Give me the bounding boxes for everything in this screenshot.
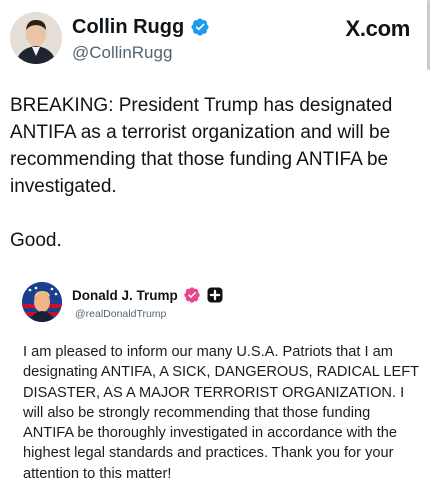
verified-badge-icon [191, 18, 209, 36]
tweet-body: BREAKING: President Trump has designated… [10, 95, 393, 197]
truth-verified-icon [184, 287, 200, 303]
tweet-header: Collin Rugg @CollinRugg X.com [10, 12, 422, 68]
plus-square-icon [207, 287, 223, 303]
quote-text: I am pleased to inform our many U.S.A. P… [23, 344, 419, 482]
quote-author-handle[interactable]: @realDonaldTrump [75, 308, 166, 320]
quoted-post[interactable]: Donald J. Trump @realDonaldTrump I am pl… [0, 270, 432, 500]
tweet-text: BREAKING: President Trump has designated… [10, 92, 420, 200]
avatar[interactable] [10, 12, 62, 64]
quote-author-name[interactable]: Donald J. Trump [72, 288, 178, 303]
tweet-reply: Good. [10, 230, 62, 251]
x-logo: X.com [345, 16, 410, 41]
scrollbar[interactable] [427, 0, 430, 70]
author-name[interactable]: Collin Rugg [72, 15, 184, 39]
author-handle[interactable]: @CollinRugg [72, 42, 172, 64]
quote-avatar[interactable] [22, 282, 62, 322]
